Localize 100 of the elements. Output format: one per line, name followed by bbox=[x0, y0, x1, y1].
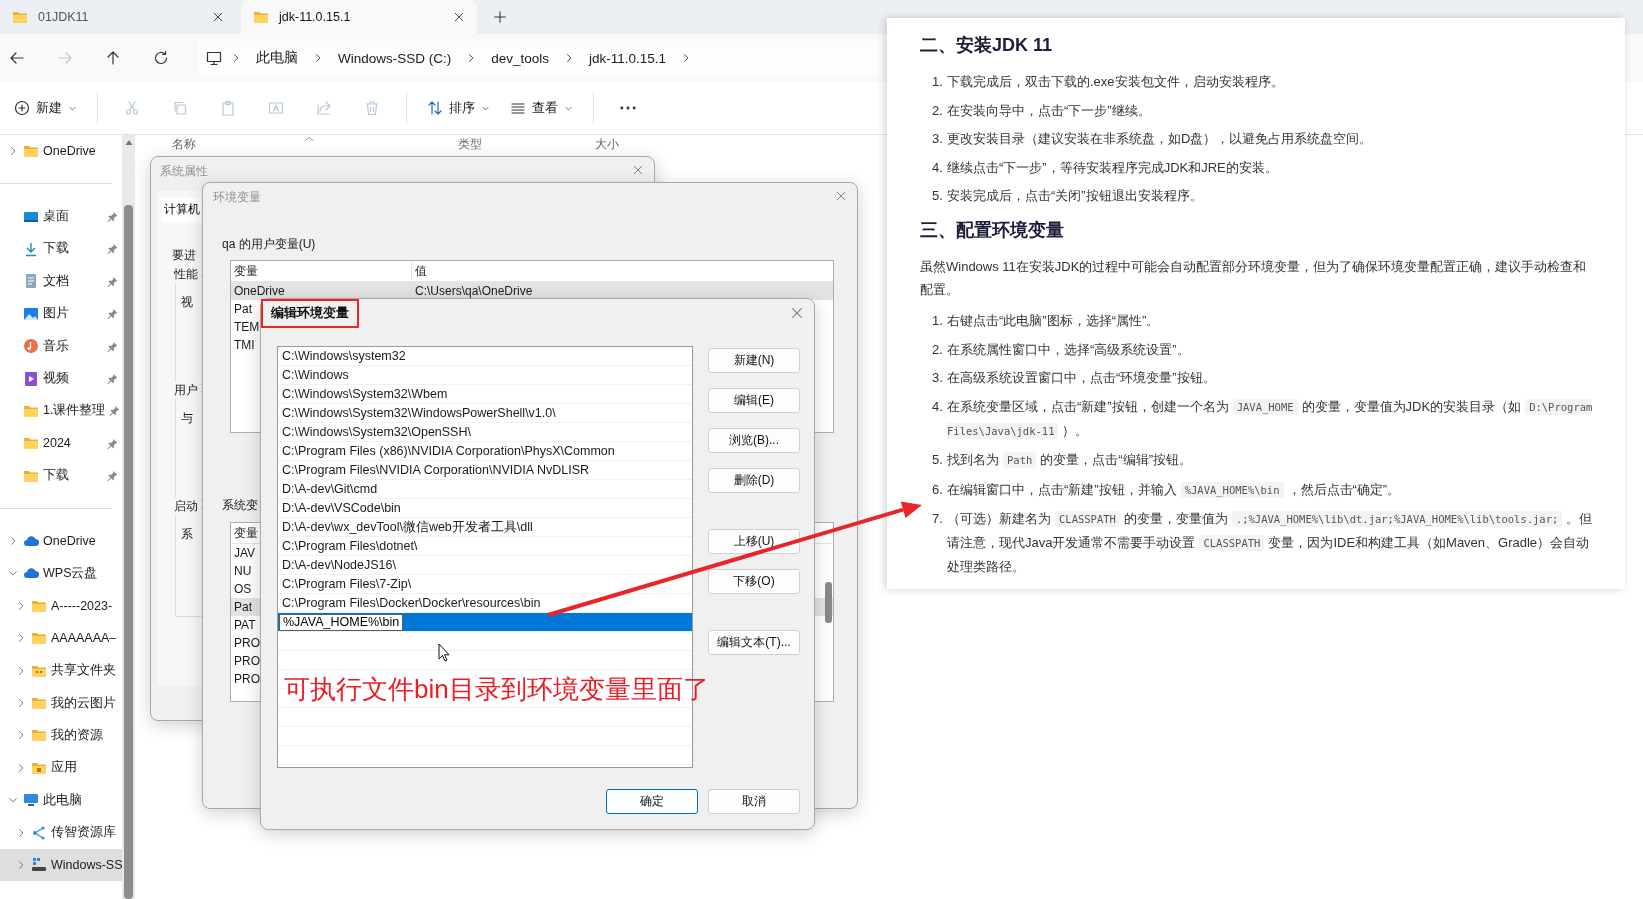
list-item-text: 右键点击“此电脑”图标，选择“属性”。 bbox=[947, 312, 1161, 330]
sidebar-item[interactable]: 共享文件夹 bbox=[0, 654, 122, 687]
dialog-button[interactable]: 编辑文本(T)... bbox=[708, 630, 800, 655]
document-icon bbox=[23, 273, 39, 290]
dialog-button[interactable]: 新建(N) bbox=[708, 348, 800, 373]
sidebar-item[interactable]: 应用 bbox=[0, 751, 122, 785]
scrollbar[interactable] bbox=[825, 582, 832, 623]
sidebar-item[interactable]: 我的云图片 bbox=[0, 686, 122, 720]
list-item[interactable]: C:\Windows\System32\OpenSSH\ bbox=[278, 425, 471, 439]
group-title: 性能 bbox=[172, 266, 200, 283]
close-icon[interactable] bbox=[790, 306, 804, 320]
list-item-text: 找到名为 Path 的变量，点击“编辑”按钮。 bbox=[947, 451, 1193, 470]
text-field[interactable]: %JAVA_HOME%\bin bbox=[279, 613, 403, 631]
column-header[interactable]: 变量 bbox=[231, 262, 258, 280]
column-header[interactable]: 变量 bbox=[231, 524, 258, 542]
list-item[interactable]: C:\Program Files\NVIDIA Corporation\NVIDIA NvDLISR bbox=[278, 463, 590, 477]
cancel-button[interactable]: 取消 bbox=[708, 789, 800, 814]
ok-button[interactable]: 确定 bbox=[606, 789, 698, 814]
list-item-text: 下载完成后，双击下载的.exe安装包文件，启动安装程序。 bbox=[947, 73, 1285, 91]
list-number: 7. bbox=[932, 510, 944, 528]
list-item-text: （可选）新建名为 CLASSPATH 的变量，变量值为 .;%JAVA_HOME%\lib\dt.jar;%JAVA_HOME%\lib\tools.jar; 。但请注意，现代Java开发通常不需要手动设置 CLASSPATH 变量，因为IDE和构建工具（如Maven、Gradle）会自动处理类路径。 bbox=[947, 510, 1594, 576]
column-header[interactable]: 值 bbox=[412, 262, 427, 280]
list-item[interactable]: C:\Program Files\7-Zip\ bbox=[278, 577, 412, 591]
sidebar-item[interactable]: 桌面 bbox=[0, 200, 122, 233]
mouse-pointer-icon bbox=[438, 643, 450, 662]
tab[interactable]: jdk-11.0.15.1 bbox=[241, 0, 477, 34]
list-item[interactable]: C:\Windows\system32 bbox=[278, 349, 406, 363]
view-button[interactable]: 查看 bbox=[504, 91, 579, 125]
sidebar-item[interactable]: 我的资源 bbox=[0, 719, 122, 752]
sidebar-item[interactable]: AAAAAAA– bbox=[0, 622, 122, 655]
dialog-button[interactable]: 编辑(E) bbox=[708, 388, 800, 413]
dialog-button[interactable]: 删除(D) bbox=[708, 468, 800, 493]
section-label: 系统变 bbox=[222, 497, 258, 514]
list-item-text: 在安装向导中，点击“下一步”继续。 bbox=[947, 101, 1152, 120]
sidebar-item[interactable]: 图片 bbox=[0, 297, 122, 330]
breadcrumb-item[interactable]: 此电脑 bbox=[250, 49, 304, 67]
sidebar-item[interactable]: 视频 bbox=[0, 362, 122, 395]
sidebar-item[interactable]: 音乐 bbox=[0, 329, 122, 363]
list-item-text: 更改安装目录（建议安装在非系统盘，如D盘），以避免占用系统盘空间。 bbox=[947, 130, 1374, 148]
list-item[interactable]: C:\Program Files (x86)\NVIDIA Corporation\PhysX\Common bbox=[278, 444, 615, 458]
music-icon bbox=[23, 338, 39, 355]
folder-icon bbox=[12, 9, 28, 25]
plus-icon[interactable] bbox=[493, 10, 507, 24]
sidebar-item[interactable]: 文档 bbox=[0, 265, 122, 298]
sidebar-item[interactable]: WPS云盘 bbox=[0, 557, 122, 590]
window-title: 系统属性 bbox=[160, 163, 208, 180]
scrollbar[interactable] bbox=[122, 135, 135, 899]
label-text: 要进 bbox=[172, 247, 196, 264]
sidebar-item[interactable]: 2024 bbox=[0, 427, 122, 460]
group-title: 用户 bbox=[172, 382, 200, 399]
column-header[interactable]: 大小 bbox=[595, 136, 619, 151]
list-item-text: 安装完成后，点击“关闭”按钮退出安装程序。 bbox=[947, 187, 1204, 205]
tab[interactable]: 01JDK11 bbox=[0, 0, 236, 34]
dialog-button[interactable]: 上移(U) bbox=[708, 529, 800, 554]
sidebar-item[interactable]: OneDrive bbox=[0, 135, 122, 168]
list-item-text: 在编辑窗口中，点击“新建”按钮，并输入 %JAVA_HOME%\bin ，然后点击“确定”。 bbox=[947, 480, 1402, 500]
sidebar-item[interactable]: 此电脑 bbox=[0, 784, 122, 817]
table-cell-text: TMI bbox=[233, 338, 255, 352]
list-item[interactable]: C:\Program Files\dotnet\ bbox=[278, 539, 418, 553]
list-item[interactable]: D:\A-dev\NodeJS16\ bbox=[278, 558, 396, 572]
triangle-up-icon[interactable] bbox=[124, 139, 133, 147]
sidebar-item[interactable]: OneDrive bbox=[0, 524, 122, 558]
column-header[interactable]: 名称 bbox=[172, 136, 196, 151]
breadcrumb-item[interactable]: dev_tools bbox=[485, 50, 556, 66]
column-header[interactable]: 类型 bbox=[458, 136, 482, 151]
address-bar[interactable]: 此电脑 Windows-SSD (C:) dev_tools jdk-11.0.15.1 bbox=[198, 41, 882, 75]
sidebar-item[interactable]: 下载 bbox=[0, 459, 122, 492]
list-item[interactable]: C:\Windows bbox=[278, 368, 349, 382]
sidebar-item[interactable]: 下载 bbox=[0, 232, 122, 266]
sort-button[interactable]: 排序 bbox=[421, 91, 496, 125]
tab[interactable]: 计算机 bbox=[161, 197, 203, 222]
dialog-button[interactable]: 下移(O) bbox=[708, 569, 800, 594]
sidebar-item[interactable]: 1.课件整理 bbox=[0, 394, 122, 428]
folder-icon bbox=[31, 727, 47, 744]
breadcrumb-item[interactable]: Windows-SSD (C:) bbox=[332, 50, 458, 66]
sidebar-item[interactable]: 传智资源库 bbox=[0, 816, 122, 849]
sidebar-item[interactable]: Windows-SS bbox=[0, 848, 122, 882]
dialog-button[interactable]: 浏览(B)... bbox=[708, 428, 800, 453]
list-item[interactable]: D:\A-dev\wx_devTool\微信web开发者工具\dll bbox=[278, 518, 533, 536]
list-item[interactable]: C:\Windows\System32\WindowsPowerShell\v1.0\ bbox=[278, 406, 556, 420]
sidebar-item[interactable]: A-----2023- bbox=[0, 589, 122, 623]
list-item[interactable]: C:\Program Files\Docker\Docker\resources\bin bbox=[278, 596, 541, 610]
list-number: 1. bbox=[932, 312, 944, 330]
table-row[interactable]: OneDrive C:\Users\qa\OneDrive bbox=[231, 282, 833, 300]
list-item[interactable]: %JAVA_HOME%\bin bbox=[278, 613, 692, 632]
close-icon[interactable] bbox=[212, 11, 224, 23]
list-item[interactable]: D:\A-dev\VSCode\bin bbox=[278, 501, 401, 515]
list-item[interactable]: D:\A-dev\Git\cmd bbox=[278, 482, 378, 496]
list-number: 3. bbox=[932, 369, 944, 387]
list-number: 2. bbox=[932, 340, 944, 359]
list-item-text: 在系统属性窗口中，选择“高级系统设置”。 bbox=[947, 340, 1191, 359]
video-icon bbox=[23, 370, 39, 387]
close-icon[interactable] bbox=[453, 11, 465, 23]
list-item-text: 继续点击“下一步”，等待安装程序完成JDK和JRE的安装。 bbox=[947, 158, 1279, 177]
new-button[interactable]: 新建 bbox=[8, 91, 83, 125]
list-number: 6. bbox=[932, 480, 944, 499]
list-number: 4. bbox=[932, 397, 944, 416]
list-number: 1. bbox=[932, 73, 944, 91]
list-item[interactable]: C:\Windows\System32\Wbem bbox=[278, 387, 448, 401]
breadcrumb-item[interactable]: jdk-11.0.15.1 bbox=[583, 50, 673, 66]
